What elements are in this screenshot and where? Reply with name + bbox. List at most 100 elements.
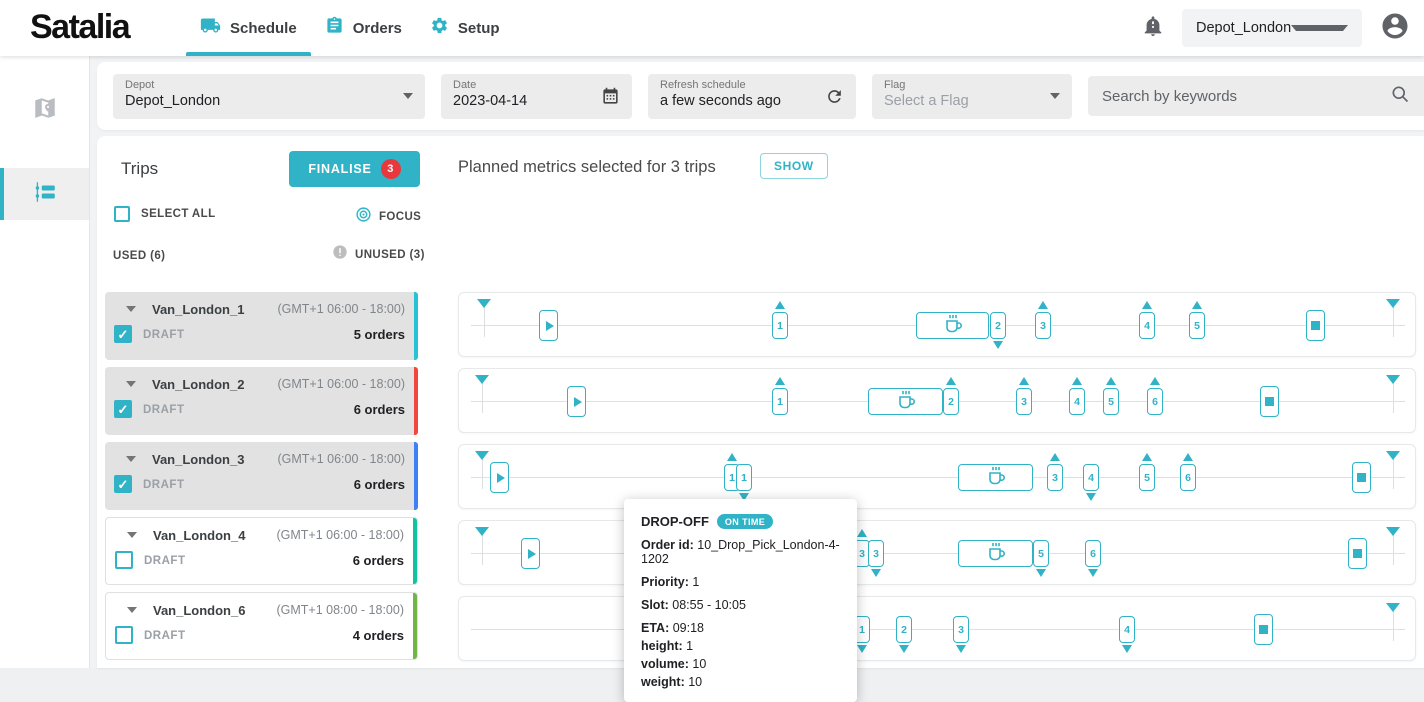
van-name: Van_London_4: [153, 528, 245, 543]
search-icon[interactable]: [1390, 84, 1410, 109]
stop-marker[interactable]: 4: [1069, 388, 1085, 415]
van-card[interactable]: Van_London_3(GMT+1 06:00 - 18:00)✓DRAFT6…: [105, 442, 418, 510]
select-all-row: SELECT ALL FOCUS: [114, 206, 424, 222]
stop-marker[interactable]: 3: [1047, 464, 1063, 491]
calendar-icon[interactable]: [601, 74, 620, 119]
stop-marker[interactable]: 4: [1083, 464, 1099, 491]
search-input[interactable]: [1102, 88, 1390, 105]
sidebar-item-timeline-view[interactable]: [0, 168, 89, 220]
chevron-down-icon[interactable]: [127, 607, 137, 613]
play-icon: [546, 321, 554, 331]
trip-end-marker[interactable]: [1260, 386, 1279, 417]
break-marker[interactable]: [916, 312, 989, 339]
stop-marker[interactable]: 5: [1103, 388, 1119, 415]
depot-filter[interactable]: Depot Depot_London: [113, 74, 425, 119]
van-color-stripe: [414, 367, 418, 435]
stop-marker[interactable]: 3: [953, 616, 969, 643]
show-metrics-button[interactable]: SHOW: [760, 153, 828, 179]
stop-marker[interactable]: 3: [868, 540, 884, 567]
stop-marker[interactable]: 5: [1139, 464, 1155, 491]
shift-window-marker[interactable]: [475, 451, 489, 460]
eta-arrow-up-icon: [1150, 377, 1160, 385]
stop-marker[interactable]: 4: [1139, 312, 1155, 339]
stop-marker[interactable]: 6: [1180, 464, 1196, 491]
tab-schedule[interactable]: Schedule: [186, 0, 311, 56]
refresh-icon[interactable]: [825, 74, 844, 119]
trip-start-marker[interactable]: [567, 386, 586, 417]
van-checkbox[interactable]: ✓: [114, 475, 132, 493]
trip-start-marker[interactable]: [539, 310, 558, 341]
stop-marker[interactable]: 1: [772, 388, 788, 415]
checkbox-checked[interactable]: ✓: [114, 475, 132, 493]
sidebar-item-map-view[interactable]: [0, 84, 89, 136]
van-checkbox[interactable]: [115, 551, 133, 569]
van-card[interactable]: Van_London_4(GMT+1 06:00 - 18:00)DRAFT6 …: [105, 517, 418, 585]
select-all-checkbox[interactable]: [114, 206, 130, 222]
shift-window-marker[interactable]: [1386, 451, 1400, 460]
stop-marker[interactable]: 5: [1033, 540, 1049, 567]
tooltip-field: Priority: 1: [641, 575, 840, 589]
left-sidebar: [0, 56, 90, 668]
checkbox-unchecked[interactable]: [115, 626, 133, 644]
finalise-button[interactable]: FINALISE 3: [289, 151, 420, 187]
notification-bell-icon[interactable]: [1142, 15, 1164, 42]
stop-marker[interactable]: 3: [1016, 388, 1032, 415]
shift-window-marker[interactable]: [475, 375, 489, 384]
van-checkbox[interactable]: ✓: [114, 325, 132, 343]
chevron-down-icon[interactable]: [127, 532, 137, 538]
shift-window-marker[interactable]: [1386, 603, 1400, 612]
finalise-count-badge: 3: [381, 159, 401, 179]
stop-marker[interactable]: 5: [1189, 312, 1205, 339]
tab-orders-label: Orders: [353, 20, 402, 37]
trip-timeline-row: 113456: [458, 444, 1416, 509]
account-avatar-icon[interactable]: [1380, 11, 1410, 46]
tab-setup[interactable]: Setup: [416, 0, 514, 56]
shift-window-marker[interactable]: [475, 527, 489, 536]
stop-marker[interactable]: 3: [1035, 312, 1051, 339]
checkbox-unchecked[interactable]: [115, 551, 133, 569]
stop-marker[interactable]: 1: [736, 464, 752, 491]
van-checkbox[interactable]: [115, 626, 133, 644]
coffee-cup-icon: [893, 390, 919, 413]
stop-marker[interactable]: 1: [772, 312, 788, 339]
van-shift-window: (GMT+1 06:00 - 18:00): [277, 528, 405, 542]
shift-window-marker[interactable]: [477, 299, 491, 308]
stop-marker[interactable]: 6: [1147, 388, 1163, 415]
trip-start-marker[interactable]: [490, 462, 509, 493]
van-card[interactable]: Van_London_1(GMT+1 06:00 - 18:00)✓DRAFT5…: [105, 292, 418, 360]
van-name: Van_London_1: [152, 302, 244, 317]
flag-filter[interactable]: Flag Select a Flag: [872, 74, 1072, 119]
depot-selector[interactable]: Depot_London: [1182, 9, 1362, 47]
chevron-down-icon[interactable]: [126, 381, 136, 387]
break-marker[interactable]: [868, 388, 943, 415]
break-marker[interactable]: [958, 464, 1033, 491]
van-card[interactable]: Van_London_2(GMT+1 06:00 - 18:00)✓DRAFT6…: [105, 367, 418, 435]
tab-orders[interactable]: Orders: [311, 0, 416, 56]
van-card[interactable]: Van_London_6(GMT+1 08:00 - 18:00)DRAFT4 …: [105, 592, 418, 660]
checkbox-checked[interactable]: ✓: [114, 325, 132, 343]
tab-schedule-label: Schedule: [230, 20, 297, 37]
trip-end-marker[interactable]: [1352, 462, 1371, 493]
stop-marker[interactable]: 2: [896, 616, 912, 643]
coffee-cup-icon: [983, 542, 1009, 565]
shift-window-marker[interactable]: [1386, 527, 1400, 536]
trip-end-marker[interactable]: [1306, 310, 1325, 341]
date-filter[interactable]: Date 2023-04-14: [441, 74, 632, 119]
trip-start-marker[interactable]: [521, 538, 540, 569]
trip-end-marker[interactable]: [1348, 538, 1367, 569]
chevron-down-icon[interactable]: [126, 306, 136, 312]
stop-marker[interactable]: 6: [1085, 540, 1101, 567]
chevron-down-icon[interactable]: [126, 456, 136, 462]
eta-arrow-down-icon: [1122, 645, 1132, 653]
checkbox-checked[interactable]: ✓: [114, 400, 132, 418]
focus-toggle[interactable]: FOCUS: [355, 206, 421, 228]
stop-marker[interactable]: 2: [990, 312, 1006, 339]
stop-marker[interactable]: 2: [943, 388, 959, 415]
stop-marker[interactable]: 4: [1119, 616, 1135, 643]
trip-end-marker[interactable]: [1254, 614, 1273, 645]
break-marker[interactable]: [958, 540, 1033, 567]
stop-icon: [1265, 397, 1274, 406]
van-checkbox[interactable]: ✓: [114, 400, 132, 418]
shift-window-marker[interactable]: [1386, 375, 1400, 384]
shift-window-marker[interactable]: [1386, 299, 1400, 308]
